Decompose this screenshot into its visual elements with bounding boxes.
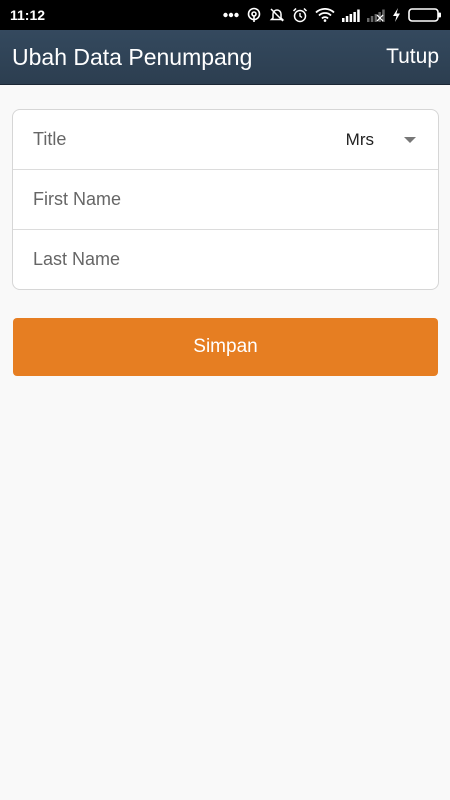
mute-icon [269,8,285,22]
first-name-field[interactable] [33,189,418,210]
title-select-value: Mrs [345,129,374,149]
status-icons [223,7,442,23]
first-name-row [13,170,438,230]
signal-icon [342,9,360,22]
charging-icon [393,8,400,22]
close-button[interactable]: Tutup [386,45,439,69]
save-button[interactable]: Simpan [13,318,438,376]
passenger-form: Title Mrs [12,109,439,290]
alarm-icon [292,7,308,23]
app-bar: Ubah Data Penumpang Tutup [0,30,450,85]
status-time: 11:12 [10,7,46,23]
no-signal-icon [367,9,385,22]
hotspot-icon [247,7,261,22]
dropdown-arrow-icon [404,136,416,143]
title-select[interactable]: Title Mrs [13,110,438,170]
page-title: Ubah Data Penumpang [12,43,253,70]
wifi-icon [315,8,335,22]
status-bar: 11:12 [0,0,450,30]
title-label: Title [33,129,67,149]
last-name-row [13,230,438,289]
last-name-field[interactable] [33,249,418,270]
more-dots-icon [223,12,239,18]
battery-icon [408,8,441,22]
